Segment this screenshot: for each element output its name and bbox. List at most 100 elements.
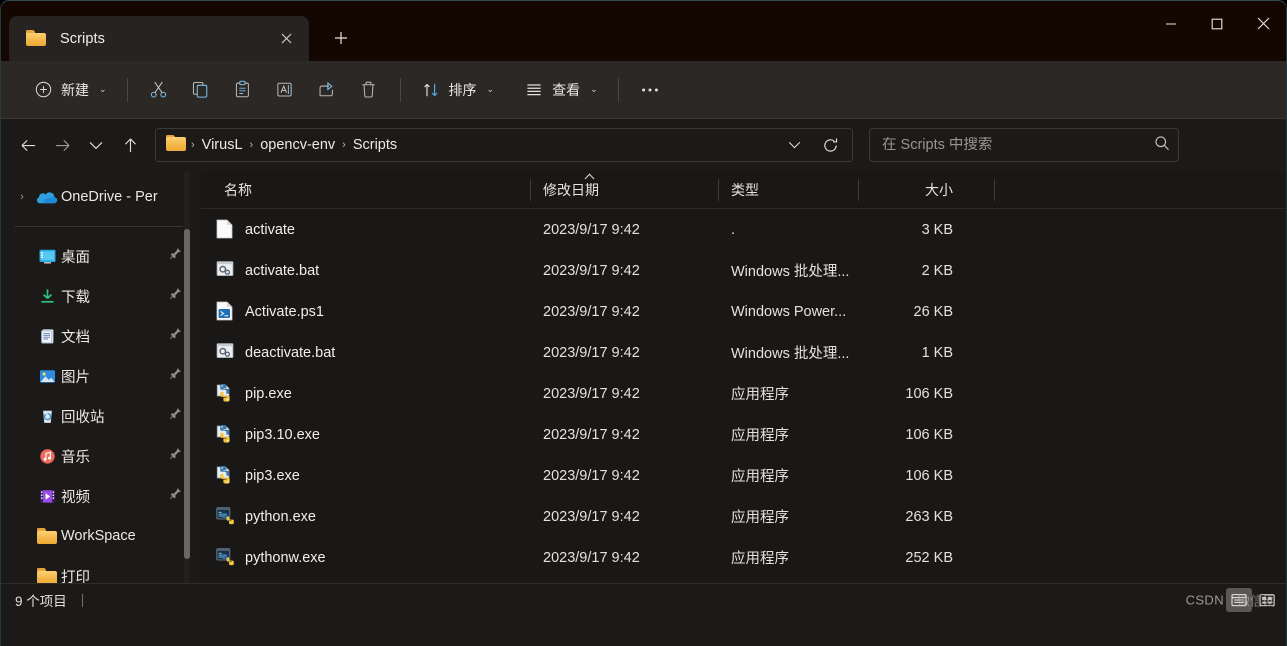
sort-button[interactable]: 排序 ⌄ [411, 72, 505, 108]
breadcrumb-item-scripts[interactable]: Scripts [347, 135, 403, 155]
new-button[interactable]: 新建 ⌄ [23, 72, 117, 108]
recent-locations-button[interactable] [79, 128, 113, 162]
sidebar-item-downloads[interactable]: 下载 [3, 276, 195, 316]
file-name-cell[interactable]: python.exe [201, 506, 531, 527]
table-row[interactable]: pip3.exe 2023/9/17 9:42 应用程序 106 KB [201, 455, 1286, 496]
file-type-cell: 应用程序 [731, 510, 789, 526]
sidebar-item-recyclebin[interactable]: 回收站 [3, 396, 195, 436]
table-row[interactable]: deactivate.bat 2023/9/17 9:42 Windows 批处理.… [201, 332, 1286, 373]
file-name-cell[interactable]: pip.exe [201, 383, 531, 404]
column-header-size[interactable]: 大小 [859, 171, 966, 209]
python-exe-icon [216, 465, 235, 486]
sidebar-item-music[interactable]: 音乐 [3, 436, 195, 476]
breadcrumb-item-opencv-env[interactable]: opencv-env [254, 135, 341, 155]
file-name-cell[interactable]: activate.bat [201, 260, 531, 281]
file-name-cell[interactable]: pythonw.exe [201, 547, 531, 568]
file-date-cell: 2023/9/17 9:42 [543, 303, 640, 320]
paste-button[interactable] [222, 72, 264, 108]
file-size-cell: 3 KB [921, 221, 953, 238]
column-header-extra[interactable] [966, 171, 1026, 209]
sidebar-item-videos[interactable]: 视频 [3, 476, 195, 516]
ps1-file-icon [216, 301, 235, 322]
more-options-button[interactable] [629, 72, 671, 108]
table-row[interactable]: python.exe 2023/9/17 9:42 应用程序 263 KB [201, 496, 1286, 537]
view-button[interactable]: 查看 ⌄ [514, 72, 608, 108]
pin-icon[interactable] [169, 487, 183, 505]
file-date-cell: 2023/9/17 9:42 [543, 385, 640, 402]
pictures-icon [33, 368, 61, 385]
pin-icon[interactable] [169, 447, 183, 465]
file-size-cell: 1 KB [921, 344, 953, 361]
details-view-button[interactable] [1226, 587, 1252, 612]
file-name-cell[interactable]: activate [201, 219, 531, 240]
breadcrumb-item-virusl[interactable]: VirusL [196, 135, 249, 155]
breadcrumb-bar[interactable]: › VirusL › opencv-env › Scripts [155, 128, 853, 162]
address-bar: › VirusL › opencv-env › Scripts [1, 119, 1286, 171]
explorer-body: › OneDrive - Per 桌面 下载 文档 图片 回收站 音乐 视频 W… [1, 171, 1286, 583]
sidebar-item-onedrive[interactable]: › OneDrive - Per [3, 177, 195, 217]
table-row[interactable]: activate.bat 2023/9/17 9:42 Windows 批处理...… [201, 250, 1286, 291]
table-row[interactable]: Activate.ps1 2023/9/17 9:42 Windows Power.… [201, 291, 1286, 332]
documents-icon [33, 328, 61, 345]
column-header-date[interactable]: 修改日期 [531, 171, 719, 209]
search-box[interactable] [869, 128, 1179, 162]
sidebar-divider [15, 226, 183, 227]
table-row[interactable]: pip.exe 2023/9/17 9:42 应用程序 106 KB [201, 373, 1286, 414]
search-icon[interactable] [1154, 135, 1170, 156]
sidebar-item-label: 文档 [61, 329, 90, 346]
up-button[interactable] [113, 128, 147, 162]
chevron-right-icon[interactable]: › [11, 191, 33, 203]
sidebar-item-workspace[interactable]: WorkSpace [3, 516, 195, 556]
file-size-cell: 252 KB [905, 549, 953, 566]
back-button[interactable] [11, 128, 45, 162]
close-icon[interactable] [271, 24, 301, 54]
sidebar-item-pictures[interactable]: 图片 [3, 356, 195, 396]
new-tab-button[interactable] [323, 20, 359, 56]
pin-icon[interactable] [169, 287, 183, 305]
refresh-icon[interactable] [812, 129, 848, 161]
large-icons-view-button[interactable] [1254, 588, 1280, 612]
table-row[interactable]: activate 2023/9/17 9:42. 3 KB [201, 209, 1286, 250]
sidebar-scrollbar-thumb[interactable] [184, 229, 190, 559]
cut-button[interactable] [138, 72, 180, 108]
column-header-name-label: 名称 [224, 181, 252, 198]
file-name-label: pip3.exe [245, 467, 300, 484]
forward-button[interactable] [45, 128, 79, 162]
table-row[interactable]: pip3.10.exe 2023/9/17 9:42 应用程序 106 KB [201, 414, 1286, 455]
item-count-label: 9 个项目 [15, 593, 67, 609]
sidebar-item-label: WorkSpace [61, 528, 136, 544]
pin-icon[interactable] [169, 407, 183, 425]
folder-icon [33, 528, 61, 544]
share-button[interactable] [306, 72, 348, 108]
file-name-cell[interactable]: pip3.10.exe [201, 424, 531, 445]
pin-icon[interactable] [169, 247, 183, 265]
bat-file-icon [216, 260, 235, 281]
file-name-label: deactivate.bat [245, 344, 336, 361]
close-button[interactable] [1240, 1, 1286, 46]
navigation-pane: › OneDrive - Per 桌面 下载 文档 图片 回收站 音乐 视频 W… [1, 171, 201, 583]
search-input[interactable] [882, 137, 1154, 153]
minimize-button[interactable] [1148, 1, 1194, 46]
file-type-cell: Windows 批处理... [731, 346, 850, 362]
pin-icon[interactable] [169, 327, 183, 345]
sidebar-item-print[interactable]: 打印 [3, 556, 195, 583]
sidebar-item-documents[interactable]: 文档 [3, 316, 195, 356]
rename-button[interactable] [264, 72, 306, 108]
pin-icon[interactable] [169, 367, 183, 385]
column-header-type[interactable]: 类型 [719, 171, 859, 209]
sidebar-item-desktop[interactable]: 桌面 [3, 236, 195, 276]
status-bar: 9 个项目 | CSDN 微信网 [1, 583, 1286, 615]
file-name-cell[interactable]: Activate.ps1 [201, 301, 531, 322]
file-name-cell[interactable]: deactivate.bat [201, 342, 531, 363]
delete-button[interactable] [348, 72, 390, 108]
file-name-cell[interactable]: pip3.exe [201, 465, 531, 486]
watermark-text: CSDN [1185, 592, 1224, 607]
table-row[interactable]: pythonw.exe 2023/9/17 9:42 应用程序 252 KB [201, 537, 1286, 578]
window-controls [1148, 1, 1286, 46]
column-header-name[interactable]: 名称 [201, 171, 531, 209]
tab-scripts[interactable]: Scripts [9, 16, 309, 61]
copy-button[interactable] [180, 72, 222, 108]
file-date-cell: 2023/9/17 9:42 [543, 508, 640, 525]
maximize-button[interactable] [1194, 1, 1240, 46]
chevron-down-icon[interactable] [776, 129, 812, 161]
